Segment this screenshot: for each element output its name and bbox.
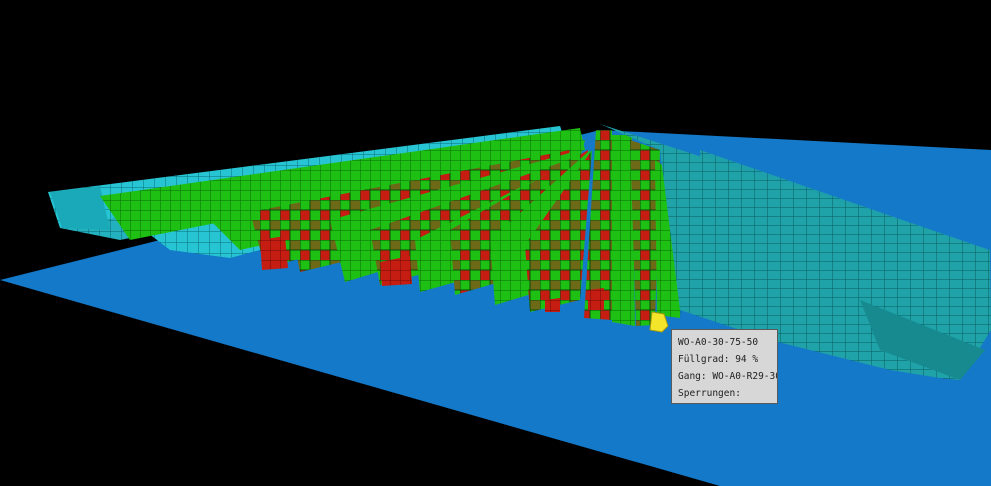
- tooltip-locks: Sperrungen:: [678, 388, 741, 399]
- bin-info-tooltip: WO-A0-30-75-50 Füllgrad: 94 % Gang: WO-A…: [671, 329, 778, 404]
- tooltip-location-id: WO-A0-30-75-50: [678, 337, 759, 348]
- warehouse-3d-viewport[interactable]: [0, 0, 991, 486]
- tooltip-fill-level: Füllgrad: 94 %: [678, 354, 759, 365]
- tooltip-aisle: Gang: WO-A0-R29-30: [678, 371, 778, 382]
